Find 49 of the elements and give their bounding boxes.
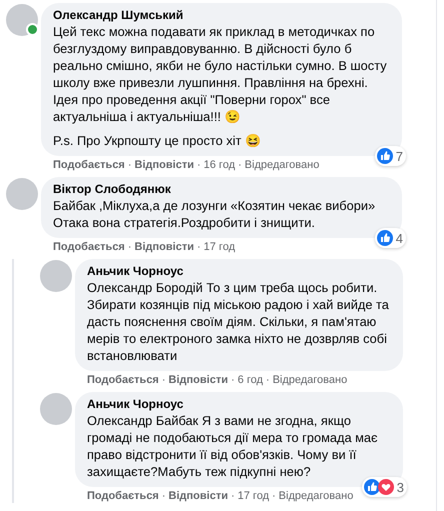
avatar-circle[interactable] bbox=[40, 260, 72, 292]
separator-dot: · bbox=[128, 158, 132, 172]
separator-dot: · bbox=[272, 489, 276, 503]
edited-label: Відредаговано bbox=[272, 373, 348, 387]
comment-text: Байбак ,Міклуха,а де лозунги «Козятин чекає вибори» Отака вона стратегія.Роздробити і знищити. bbox=[53, 197, 376, 231]
comment-text: P.s. Про Укрпошту це просто хіт 😆 bbox=[53, 132, 262, 149]
separator-dot: · bbox=[266, 373, 270, 387]
comment-text: Олександр Бородій То з цим треба щось робити. Збирати козянців під міською радою і хай вийде та дасть пояснення своїм діям. Скільки, я пам'ятаю мерів то електроного замка ніхто не дозврляв собі встановлювати bbox=[87, 279, 390, 364]
author-name[interactable]: Віктор Слободянюк bbox=[53, 182, 390, 197]
separator-dot: · bbox=[128, 240, 132, 254]
like-link[interactable]: Подобається bbox=[53, 158, 125, 172]
reply-link[interactable]: Відповісти bbox=[168, 489, 228, 503]
reply-link[interactable]: Відповісти bbox=[134, 240, 194, 254]
thumbs-up-reaction-icon bbox=[376, 230, 393, 246]
avatar-circle[interactable] bbox=[40, 393, 72, 425]
reply-link[interactable]: Відповісти bbox=[134, 158, 194, 172]
thumbs-up-reaction-icon bbox=[376, 148, 393, 164]
reaction-count-badge[interactable]: 7 bbox=[374, 146, 406, 166]
reaction-count: 3 bbox=[396, 480, 404, 494]
separator-dot: · bbox=[230, 373, 235, 387]
comment-text: Цей текс можна подавати як приклад в методичках по безглуздому виправдовуванню. В дійсності було б реально смішно, якби не було настільки сумно. В шосту школу вже привезли лушпиння. Правління на брехні. Ідея про проведення акції "Поверни горох" все актуальніша і актуальніша!!! 😉 bbox=[53, 23, 388, 125]
author-name[interactable]: Аньчик Чорноус bbox=[87, 397, 391, 412]
comment-time[interactable]: 6 год bbox=[238, 373, 263, 387]
separator-dot: · bbox=[196, 240, 201, 254]
separator-dot: · bbox=[162, 373, 166, 387]
reaction-count-badge[interactable]: 4 bbox=[374, 228, 406, 248]
author-name[interactable]: Аньчик Чорноус bbox=[87, 264, 391, 279]
avatar-circle[interactable] bbox=[6, 4, 38, 36]
comment-time[interactable]: 17 год bbox=[238, 489, 269, 503]
separator-dot: · bbox=[162, 489, 166, 503]
like-link[interactable]: Подобається bbox=[87, 373, 159, 387]
edited-label: Відредаговано bbox=[278, 489, 354, 503]
reply-link[interactable]: Відповісти bbox=[168, 373, 228, 387]
like-link[interactable]: Подобається bbox=[87, 489, 159, 503]
comment-time[interactable]: 17 год bbox=[204, 240, 235, 254]
author-name[interactable]: Олександр Шумський bbox=[53, 8, 390, 23]
reaction-count: 4 bbox=[396, 230, 403, 246]
comment-text: Олександр Байбак Я з вами не згодна, якщо громаді не подобаються дії мера то громада має право відстронити її від обов'язків. Чому ви її захищаєте?Мабуть теж підкупні нею? bbox=[87, 412, 379, 480]
like-link[interactable]: Подобається bbox=[53, 240, 125, 254]
reaction-count-badge[interactable]: 3 bbox=[362, 477, 407, 497]
avatar-circle[interactable] bbox=[6, 178, 38, 210]
separator-dot: · bbox=[196, 158, 201, 172]
comment-time[interactable]: 16 год bbox=[204, 158, 235, 172]
heart-reaction-icon bbox=[378, 479, 394, 495]
separator-dot: · bbox=[238, 158, 242, 172]
edited-label: Відредаговано bbox=[244, 158, 320, 172]
thumbs-up-reaction-icon bbox=[364, 479, 380, 495]
reaction-count: 7 bbox=[396, 148, 403, 164]
separator-dot: · bbox=[230, 489, 235, 503]
